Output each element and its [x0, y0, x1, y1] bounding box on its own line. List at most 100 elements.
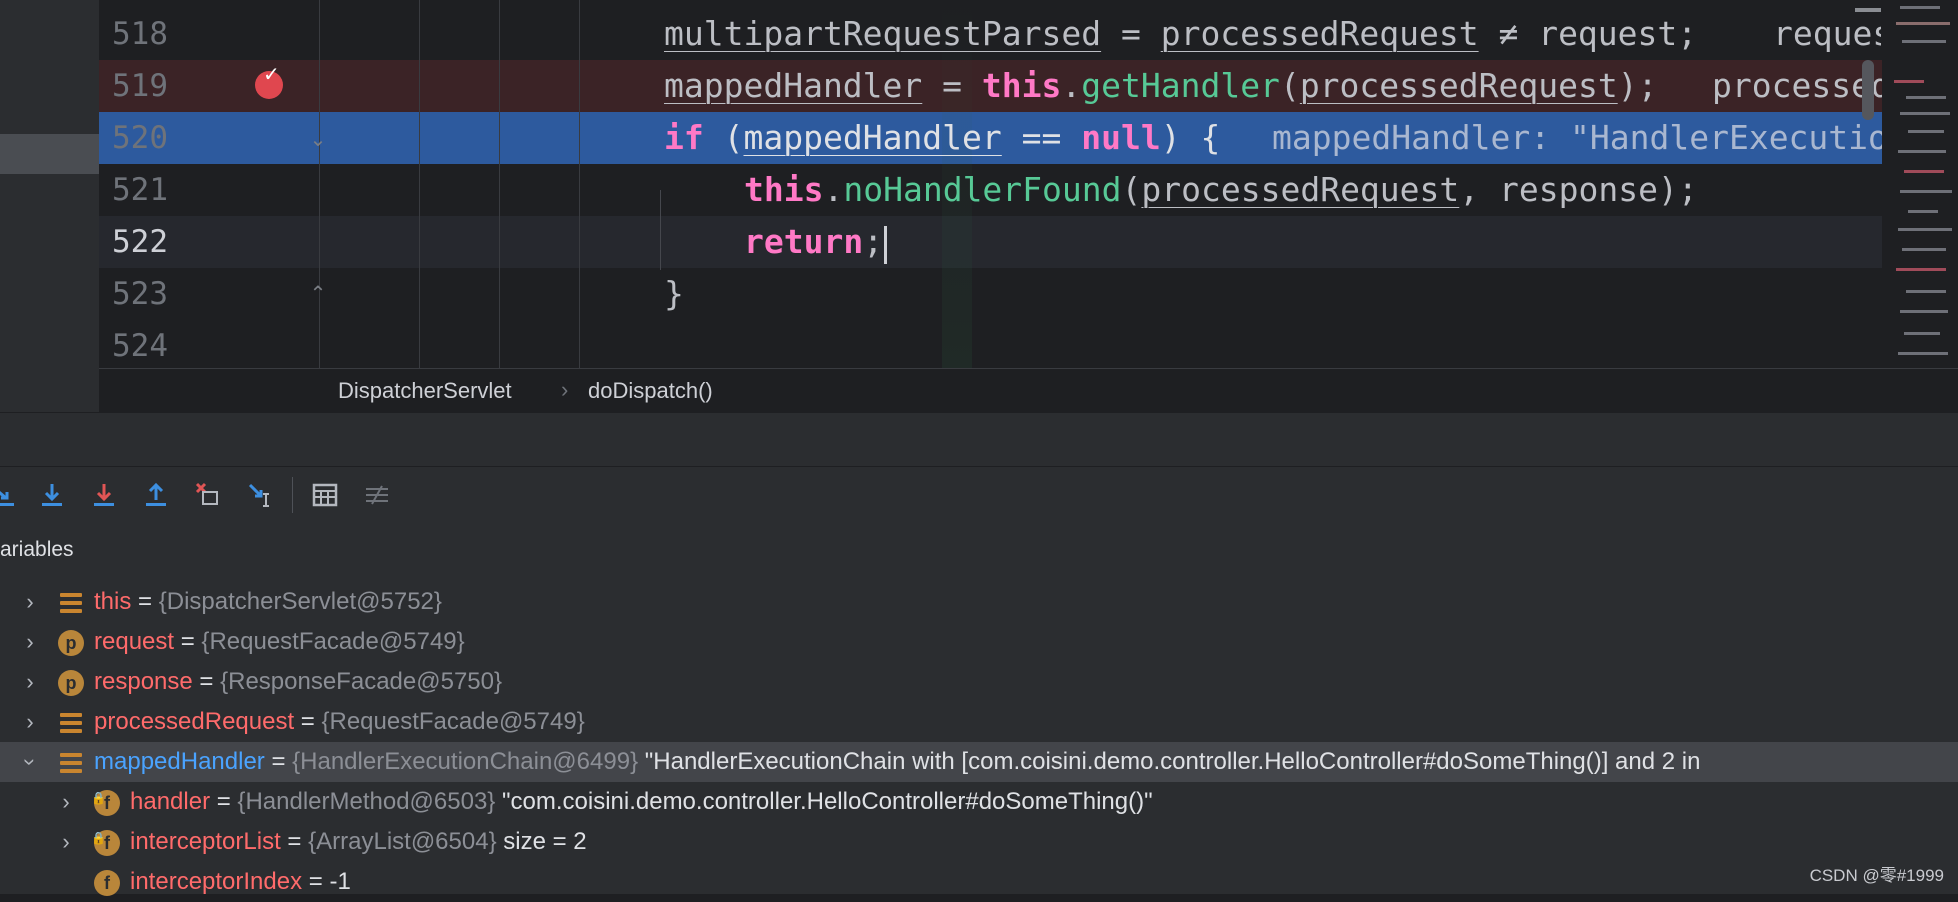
fold-start-icon[interactable]: ⌄ — [307, 128, 329, 150]
code-token: processedRequest — [1160, 14, 1479, 53]
editor-scrollbar-thumb[interactable] — [1862, 60, 1874, 120]
minimap-line — [1900, 112, 1950, 115]
final-modifier-icon: 🔒 — [91, 791, 106, 805]
indent-guide — [419, 0, 420, 368]
code-line-520[interactable]: if (mappedHandler == null) { — [664, 112, 1220, 164]
code-keyword: this — [744, 170, 824, 209]
line-number[interactable]: 521 — [112, 164, 192, 216]
fold-end-icon[interactable]: ⌃ — [307, 282, 329, 304]
step-over-icon[interactable] — [0, 479, 20, 511]
caret-line-highlight — [99, 216, 1882, 268]
code-token: == — [1001, 118, 1082, 157]
chevron-right-icon[interactable]: › — [18, 662, 42, 702]
variable-reference: {RequestFacade@5749} — [201, 628, 465, 655]
editor-scroll-marker — [1855, 8, 1881, 12]
code-line-518[interactable]: multipartRequestParsed = processedReques… — [664, 8, 1697, 60]
line-number[interactable]: 524 — [112, 320, 192, 372]
equals-sign: = — [192, 668, 221, 695]
minimap[interactable] — [1882, 0, 1958, 368]
chevron-down-icon[interactable]: › — [10, 750, 50, 774]
minimap-line — [1902, 248, 1946, 251]
minimap-line — [1904, 332, 1940, 335]
variable-value: "HandlerExecutionChain with [com.coisini… — [638, 748, 1701, 775]
indent-guide — [499, 0, 500, 368]
force-step-into-icon[interactable] — [88, 479, 120, 511]
line-number[interactable]: 523 — [112, 268, 192, 320]
variable-name: handler — [130, 788, 211, 815]
field-icon: f 🔒 — [91, 830, 120, 856]
project-panel-edge[interactable] — [0, 0, 99, 412]
variable-row-selected[interactable]: › mappedHandler = {HandlerExecutionChain… — [0, 742, 1958, 782]
variable-name: mappedHandler — [94, 748, 265, 775]
block-indent-guide — [660, 190, 661, 270]
variables-panel-header: ariables — [0, 522, 1958, 578]
code-method: getHandler — [1081, 66, 1280, 105]
code-line-522[interactable]: return; — [744, 216, 883, 268]
minimap-line — [1896, 268, 1946, 271]
evaluate-expression-icon[interactable] — [309, 479, 341, 511]
run-to-cursor-icon[interactable] — [244, 479, 276, 511]
inline-value-hint: processed — [1712, 66, 1882, 105]
field-list-icon — [58, 590, 84, 616]
field-icon: f — [94, 870, 120, 896]
variable-row[interactable]: f interceptorIndex = -1 — [0, 862, 1958, 902]
variable-reference: {ArrayList@6504} — [308, 828, 497, 855]
chevron-right-icon[interactable]: › — [54, 782, 78, 822]
code-token: multipartRequestParsed — [664, 14, 1102, 53]
inline-value-hint: mappedHandler: "HandlerExecutio — [1272, 118, 1882, 157]
code-keyword: this — [981, 66, 1062, 105]
variable-name: interceptorList — [130, 828, 281, 855]
chevron-right-icon[interactable]: › — [18, 582, 42, 622]
variable-value: size = 2 — [496, 828, 587, 855]
breadcrumb-item-class[interactable]: DispatcherServlet — [338, 378, 512, 404]
trace-current-stream-icon[interactable] — [361, 479, 393, 511]
inline-value-hint: reques — [1773, 14, 1881, 53]
step-into-icon[interactable] — [36, 479, 68, 511]
line-number[interactable]: 519 — [112, 60, 192, 112]
code-token: . — [1061, 66, 1082, 105]
line-number[interactable]: 520 — [112, 112, 192, 164]
minimap-line — [1906, 96, 1946, 99]
variables-tree[interactable]: › this = {DispatcherServlet@5752} › p re… — [0, 578, 1958, 896]
parameter-icon: p — [58, 630, 84, 656]
code-keyword: return — [744, 222, 864, 261]
breadcrumb-item-method[interactable]: doDispatch() — [588, 378, 713, 404]
drop-frame-icon[interactable] — [192, 479, 224, 511]
variable-row[interactable]: › processedRequest = {RequestFacade@5749… — [0, 702, 1958, 742]
code-token: . — [823, 170, 844, 209]
variable-row[interactable]: › p response = {ResponseFacade@5750} — [0, 662, 1958, 702]
code-line-519[interactable]: mappedHandler = this.getHandler(processe… — [664, 60, 1657, 112]
line-number[interactable]: 522 — [112, 216, 192, 268]
code-keyword: if — [664, 118, 704, 157]
field-icon: f 🔒 — [91, 790, 120, 816]
minimap-line — [1904, 170, 1944, 173]
text-caret — [884, 226, 887, 264]
field-list-icon — [58, 710, 84, 736]
line-number[interactable]: 518 — [112, 8, 192, 60]
minimap-line — [1900, 6, 1940, 9]
step-out-icon[interactable] — [140, 479, 172, 511]
chevron-right-icon[interactable]: › — [54, 822, 78, 862]
minimap-line — [1902, 40, 1946, 43]
code-line-523[interactable]: } — [664, 268, 684, 320]
variable-row[interactable]: › f 🔒 handler = {HandlerMethod@6503} "com… — [0, 782, 1958, 822]
code-token: ≠ request; — [1478, 14, 1698, 53]
variable-name: processedRequest — [94, 708, 295, 735]
breadcrumb: DispatcherServlet › doDispatch() — [99, 368, 1958, 413]
final-modifier-icon: 🔒 — [91, 831, 106, 845]
code-editor[interactable]: 518 519 520 521 522 523 524 ✓ ⌄ ⌃ multip… — [0, 0, 1958, 894]
chevron-right-icon[interactable]: › — [18, 702, 42, 742]
variable-row[interactable]: › f 🔒 interceptorList = {ArrayList@6504} … — [0, 822, 1958, 862]
variable-row[interactable]: › p request = {RequestFacade@5749} — [0, 622, 1958, 662]
variable-row[interactable]: › this = {DispatcherServlet@5752} — [0, 582, 1958, 622]
code-line-521[interactable]: this.noHandlerFound(processedRequest, re… — [744, 164, 1698, 216]
equals-sign: = — [174, 628, 202, 655]
breadcrumb-separator: › — [561, 377, 569, 402]
variable-name: interceptorIndex — [130, 868, 303, 895]
chevron-right-icon[interactable]: › — [18, 622, 42, 662]
selected-tree-item[interactable] — [0, 134, 99, 174]
code-token: ) { — [1160, 118, 1221, 157]
variable-reference: {HandlerMethod@6503} — [237, 788, 496, 815]
code-method: noHandlerFound — [843, 170, 1122, 209]
code-token: } — [664, 274, 684, 313]
